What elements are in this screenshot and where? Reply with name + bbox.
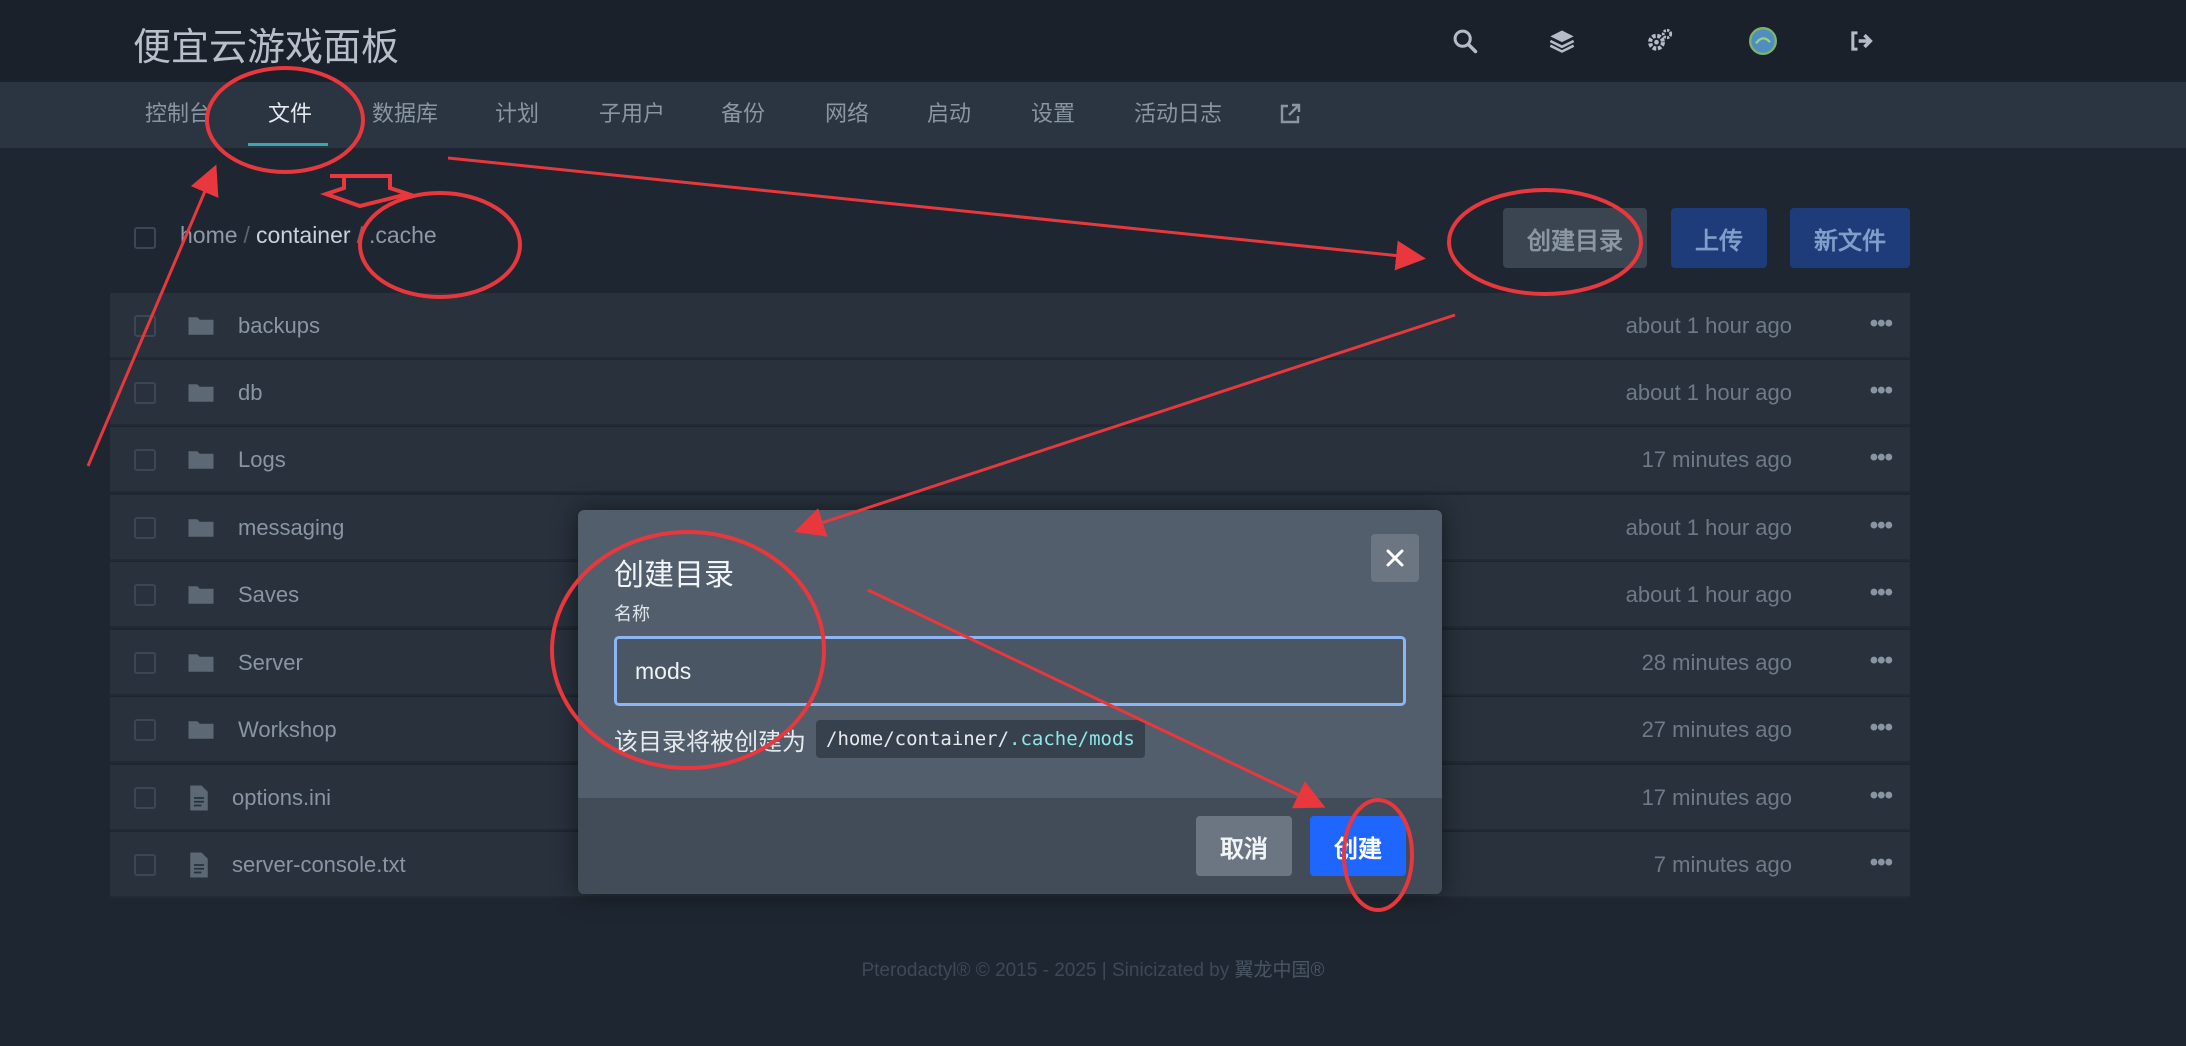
row-checkbox[interactable]	[134, 719, 156, 741]
external-link-icon[interactable]	[1278, 102, 1302, 128]
server-nav: 控制台 文件 数据库 计划 子用户 备份 网络 启动 设置 活动日志	[0, 82, 2186, 148]
file-modified: 7 minutes ago	[1653, 852, 1792, 877]
row-menu-icon[interactable]: •••	[1870, 495, 1893, 557]
file-name[interactable]: Workshop	[238, 697, 337, 763]
tab-console[interactable]: 控制台	[145, 82, 211, 148]
folder-icon	[188, 654, 214, 672]
folder-icon	[188, 317, 214, 335]
tab-schedules[interactable]: 计划	[495, 82, 539, 148]
row-menu-icon[interactable]: •••	[1870, 630, 1893, 692]
breadcrumb: home / container / .cache	[180, 222, 437, 249]
cogs-icon[interactable]	[1641, 22, 1679, 60]
file-row[interactable]: backups about 1 hour ago •••	[110, 293, 1910, 359]
tab-network[interactable]: 网络	[825, 82, 869, 148]
modal-title: 创建目录	[614, 558, 734, 593]
close-button[interactable]	[1371, 534, 1419, 582]
folder-icon	[188, 451, 214, 469]
path-prefix: /home/container/	[826, 728, 1010, 750]
tab-startup[interactable]: 启动	[927, 82, 971, 148]
breadcrumb-container[interactable]: container	[256, 222, 351, 248]
search-icon[interactable]	[1446, 22, 1484, 60]
annotation-down-arrow	[319, 174, 416, 209]
row-menu-icon[interactable]: •••	[1870, 427, 1893, 489]
path-hint: 该目录将被创建为 /home/container/.cache/mods	[614, 720, 1145, 758]
tab-users[interactable]: 子用户	[599, 82, 665, 148]
create-directory-button[interactable]: 创建目录	[1503, 208, 1647, 268]
row-checkbox[interactable]	[134, 787, 156, 809]
directory-name-input[interactable]	[614, 636, 1406, 706]
path-highlight: .cache/mods	[1009, 728, 1135, 750]
file-modified: about 1 hour ago	[1625, 515, 1792, 540]
file-icon	[190, 785, 208, 811]
cancel-button[interactable]: 取消	[1196, 816, 1292, 876]
breadcrumb-home[interactable]: home	[180, 222, 238, 248]
file-name[interactable]: backups	[238, 293, 320, 359]
row-checkbox[interactable]	[134, 854, 156, 876]
footer-link[interactable]: 翼龙中国®	[1235, 960, 1325, 981]
row-menu-icon[interactable]: •••	[1870, 765, 1893, 827]
active-tab-indicator	[248, 143, 328, 146]
file-modified: 28 minutes ago	[1641, 650, 1792, 675]
avatar[interactable]	[1744, 22, 1782, 60]
file-modified: about 1 hour ago	[1625, 313, 1792, 338]
tab-settings[interactable]: 设置	[1031, 82, 1075, 148]
footer-copyright: Pterodactyl® © 2015 - 2025 | Sinicizated…	[861, 960, 1230, 981]
name-label: 名称	[614, 604, 650, 625]
file-name[interactable]: Saves	[238, 562, 299, 628]
footer: Pterodactyl® © 2015 - 2025 | Sinicizated…	[0, 955, 2186, 982]
file-modified: about 1 hour ago	[1625, 380, 1792, 405]
file-modified: about 1 hour ago	[1625, 582, 1792, 607]
row-checkbox[interactable]	[134, 315, 156, 337]
row-checkbox[interactable]	[134, 449, 156, 471]
file-name[interactable]: options.ini	[232, 765, 331, 831]
row-menu-icon[interactable]: •••	[1870, 562, 1893, 624]
tab-backups[interactable]: 备份	[721, 82, 765, 148]
row-menu-icon[interactable]: •••	[1870, 697, 1893, 759]
close-icon	[1386, 549, 1404, 567]
folder-icon	[188, 519, 214, 537]
folder-icon	[188, 721, 214, 739]
path-hint-text: 该目录将被创建为	[614, 727, 806, 756]
file-name[interactable]: messaging	[238, 495, 344, 561]
row-menu-icon[interactable]: •••	[1870, 832, 1893, 894]
file-modified: 17 minutes ago	[1641, 785, 1792, 810]
row-checkbox[interactable]	[134, 652, 156, 674]
file-modified: 27 minutes ago	[1641, 717, 1792, 742]
file-name[interactable]: Server	[238, 630, 303, 696]
row-menu-icon[interactable]: •••	[1870, 293, 1893, 355]
select-all-checkbox[interactable]	[134, 227, 156, 249]
tab-activity[interactable]: 活动日志	[1134, 82, 1222, 148]
file-row[interactable]: db about 1 hour ago •••	[110, 360, 1910, 426]
file-name[interactable]: server-console.txt	[232, 832, 406, 898]
create-button[interactable]: 创建	[1310, 816, 1406, 876]
file-icon	[190, 852, 208, 878]
new-file-button[interactable]: 新文件	[1790, 208, 1910, 268]
tab-databases[interactable]: 数据库	[372, 82, 438, 148]
file-name[interactable]: db	[238, 360, 262, 426]
upload-button[interactable]: 上传	[1671, 208, 1767, 268]
path-preview: /home/container/.cache/mods	[816, 720, 1145, 758]
annotation-arrow	[447, 156, 1426, 271]
file-name[interactable]: Logs	[238, 427, 286, 493]
breadcrumb-cache: .cache	[368, 222, 437, 248]
tab-files[interactable]: 文件	[268, 82, 312, 148]
row-checkbox[interactable]	[134, 517, 156, 539]
breadcrumb-separator: /	[243, 222, 250, 248]
row-checkbox[interactable]	[134, 584, 156, 606]
breadcrumb-separator: /	[356, 222, 363, 248]
top-bar: 便宜云游戏面板	[0, 0, 2186, 82]
brand-title[interactable]: 便宜云游戏面板	[133, 16, 399, 71]
row-checkbox[interactable]	[134, 382, 156, 404]
folder-icon	[188, 586, 214, 604]
row-menu-icon[interactable]: •••	[1870, 360, 1893, 422]
file-modified: 17 minutes ago	[1641, 447, 1792, 472]
create-directory-modal: 创建目录 名称 该目录将被创建为 /home/container/.cache/…	[578, 510, 1442, 894]
folder-icon	[188, 384, 214, 402]
logout-icon[interactable]	[1842, 22, 1880, 60]
file-row[interactable]: Logs 17 minutes ago •••	[110, 427, 1910, 493]
layers-icon[interactable]	[1543, 22, 1581, 60]
